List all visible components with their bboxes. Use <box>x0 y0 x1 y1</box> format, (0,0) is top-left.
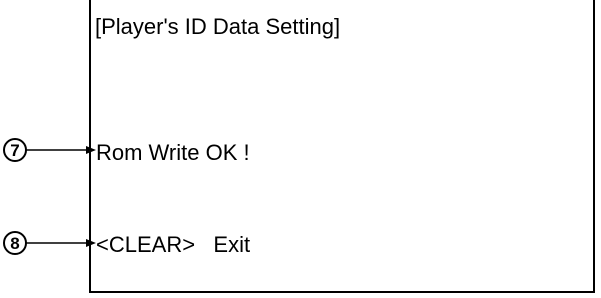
callout-number: 7 <box>10 141 19 160</box>
screen-title: [Player's ID Data Setting] <box>95 14 341 39</box>
callout-number: 8 <box>10 234 19 253</box>
callout-7: 7 <box>0 136 100 166</box>
callout-7-arrow: 7 <box>3 138 96 162</box>
callout-8-arrow: 8 <box>3 231 96 255</box>
callout-8: 8 <box>0 229 100 259</box>
arrowhead-icon <box>86 239 96 247</box>
clear-exit-prompt: <CLEAR> Exit <box>96 232 251 257</box>
arrowhead-icon <box>86 146 96 154</box>
rom-write-status: Rom Write OK ! <box>96 140 250 165</box>
